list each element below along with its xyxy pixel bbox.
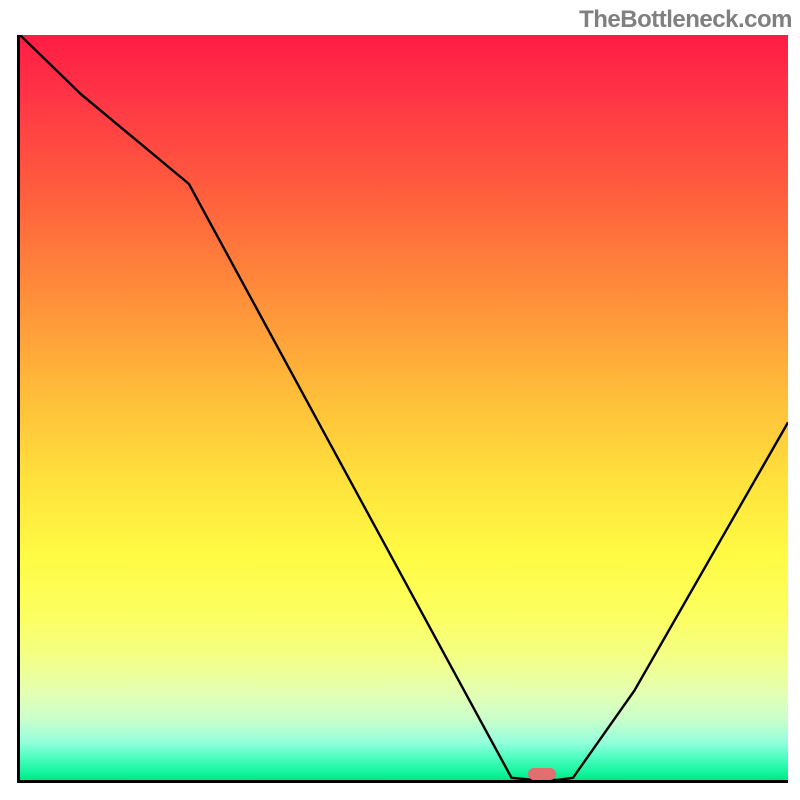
gradient-background xyxy=(20,35,788,780)
optimal-marker xyxy=(528,768,556,780)
watermark-text: TheBottleneck.com xyxy=(579,6,792,34)
bottleneck-chart: TheBottleneck.com xyxy=(0,0,800,800)
plot-area xyxy=(17,35,788,783)
